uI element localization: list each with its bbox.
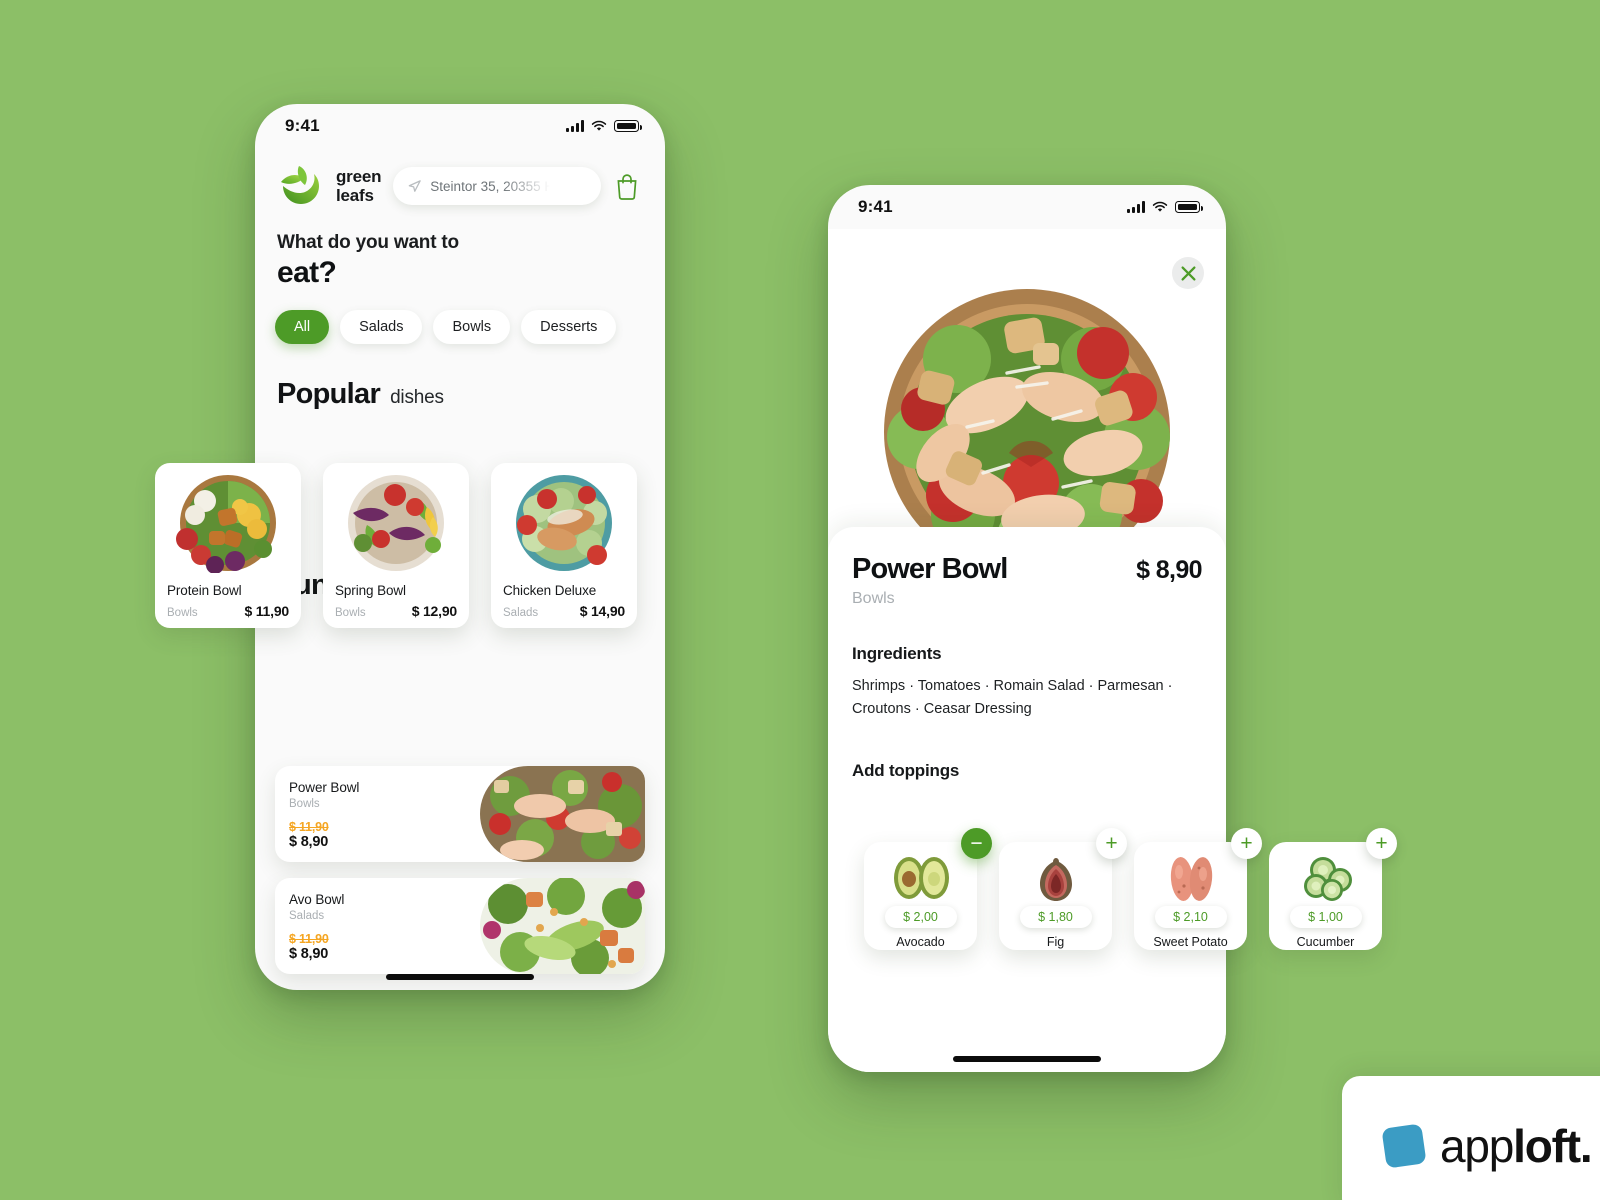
cucumber-icon [1290, 854, 1362, 902]
lunch-item-photo [480, 878, 645, 974]
dish-price: $ 12,90 [411, 603, 458, 619]
dish-category: Bowls [335, 607, 366, 619]
brand-logo: green leafs [275, 162, 381, 210]
apploft-wordmark: apploft. [1440, 1119, 1593, 1173]
lunch-item-old-price: $ 11,90 [289, 820, 329, 834]
dish-photo [501, 473, 627, 573]
topping-price: $ 2,10 [1154, 906, 1227, 928]
topping-name: Cucumber [1296, 935, 1355, 949]
lunch-item-name: Avo Bowl [289, 892, 345, 907]
green-leaf-logo [281, 166, 319, 204]
topping-card[interactable]: − $ 2,00 Avocado [864, 828, 992, 950]
dish-price: $ 14,90 [579, 603, 626, 619]
apploft-text-bold: loft [1513, 1120, 1581, 1172]
page-title: Power Bowl [852, 553, 1008, 585]
dish-category: Salads [503, 607, 539, 619]
apploft-text-dot: . [1579, 1120, 1593, 1172]
wifi-icon [1152, 201, 1168, 212]
topping-remove-button[interactable]: − [961, 828, 992, 859]
status-bar-detail: 9:41 [828, 185, 1226, 229]
category-pill-salads[interactable]: Salads [340, 310, 423, 344]
toppings-heading: Add toppings [852, 761, 960, 780]
list-item[interactable]: Avo Bowl Salads $ 11,90 $ 8,90 [275, 878, 645, 974]
lunch-item-category: Bowls [289, 798, 320, 810]
status-time: 9:41 [285, 116, 320, 135]
product-detail-sheet: Power Bowl $ 8,90 Bowls Ingredients Shri… [828, 527, 1226, 1072]
topping-add-button[interactable]: + [1366, 828, 1397, 859]
dish-category: Bowls [167, 607, 198, 619]
dish-card[interactable]: Protein Bowl Bowls $ 11,90 [155, 463, 301, 628]
dish-name: Spring Bowl [335, 583, 406, 598]
topping-name: Fig [1046, 935, 1065, 949]
popular-section-title: Popular dishes [255, 344, 665, 411]
sweet-potato-icon [1155, 854, 1227, 902]
topping-card[interactable]: + $ 2,10 Sweet Potato [1134, 828, 1262, 950]
list-item[interactable]: Power Bowl Bowls $ 11,90 $ 8,90 [275, 766, 645, 862]
category-pill-bowls[interactable]: Bowls [433, 310, 511, 344]
mockup-canvas: 9:41 green leafs Steintor 35, 20355 H Wh… [0, 0, 1600, 1200]
topping-add-button[interactable]: + [1096, 828, 1127, 859]
topping-card[interactable]: + $ 1,80 Fig [999, 828, 1127, 950]
topping-price: $ 1,80 [1019, 906, 1092, 928]
ingredients-heading: Ingredients [852, 644, 942, 663]
lunch-item-price: $ 8,90 [289, 946, 329, 962]
lunch-item-old-price: $ 11,90 [289, 932, 329, 946]
battery-full-icon [614, 120, 642, 132]
product-header: Power Bowl $ 8,90 [852, 553, 1203, 586]
location-value: Steintor 35, 20355 H [430, 178, 555, 194]
category-filter-bar: All Salads Bowls Desserts [255, 290, 665, 344]
home-indicator [386, 974, 534, 980]
lunch-item-name: Power Bowl [289, 780, 360, 795]
ingredients-text: Shrimps · Tomatoes · Romain Salad · Parm… [852, 678, 1173, 717]
shopping-bag-icon[interactable] [613, 171, 641, 201]
dish-card[interactable]: Chicken Deluxe Salads $ 14,90 [491, 463, 637, 628]
topping-name: Sweet Potato [1153, 935, 1228, 949]
apploft-square-icon [1381, 1123, 1427, 1169]
lunch-item-price: $ 8,90 [289, 834, 329, 850]
cellular-bars-icon [566, 120, 584, 132]
dish-name: Protein Bowl [167, 583, 242, 598]
dish-photo [333, 473, 459, 573]
status-time: 9:41 [858, 197, 893, 216]
close-icon[interactable] [1172, 257, 1204, 289]
popular-dishes-row: Protein Bowl Bowls $ 11,90 Spring Bowl B… [155, 463, 637, 628]
lunch-list: Power Bowl Bowls $ 11,90 $ 8,90 Avo Bowl… [255, 766, 665, 990]
location-selector[interactable]: Steintor 35, 20355 H [393, 167, 601, 205]
home-header: green leafs Steintor 35, 20355 H [255, 148, 665, 210]
status-bar-home: 9:41 [255, 104, 665, 148]
cellular-bars-icon [1127, 201, 1145, 213]
popular-title-light: dishes [390, 387, 444, 408]
topping-add-button[interactable]: + [1231, 828, 1262, 859]
category-pill-desserts[interactable]: Desserts [521, 310, 617, 344]
apploft-text-light: app [1440, 1120, 1514, 1172]
product-category: Bowls [852, 590, 895, 607]
avocado-icon [885, 854, 957, 902]
topping-price: $ 1,00 [1289, 906, 1362, 928]
brand-name: green leafs [336, 167, 382, 205]
category-pill-all[interactable]: All [275, 310, 330, 344]
location-arrow-icon [408, 179, 422, 192]
product-price: $ 8,90 [1136, 556, 1203, 584]
headline-line-1: What do you want to [277, 232, 459, 253]
wifi-icon [591, 120, 607, 131]
topping-price: $ 2,00 [884, 906, 957, 928]
dish-name: Chicken Deluxe [503, 583, 597, 598]
apploft-watermark: apploft. [1342, 1076, 1600, 1200]
popular-title-bold: Popular [277, 378, 381, 410]
fig-icon [1020, 854, 1092, 902]
home-headline: What do you want to eat? [255, 210, 665, 290]
topping-card[interactable]: + $ 1,00 Cucumber [1269, 828, 1397, 950]
dish-photo [165, 473, 291, 573]
ingredients-section: Ingredients Shrimps · Tomatoes · Romain … [852, 644, 1202, 721]
topping-name: Avocado [896, 935, 945, 949]
dish-price: $ 11,90 [244, 603, 289, 619]
battery-full-icon [1175, 201, 1203, 213]
lunch-item-category: Salads [289, 910, 325, 922]
toppings-row: − $ 2,00 Avocado + $ 1,80 Fig + $ 2,10 S… [846, 828, 1397, 950]
lunch-item-photo [480, 766, 645, 862]
home-indicator [953, 1056, 1101, 1062]
headline-line-2: eat? [277, 256, 337, 289]
dish-card[interactable]: Spring Bowl Bowls $ 12,90 [323, 463, 469, 628]
